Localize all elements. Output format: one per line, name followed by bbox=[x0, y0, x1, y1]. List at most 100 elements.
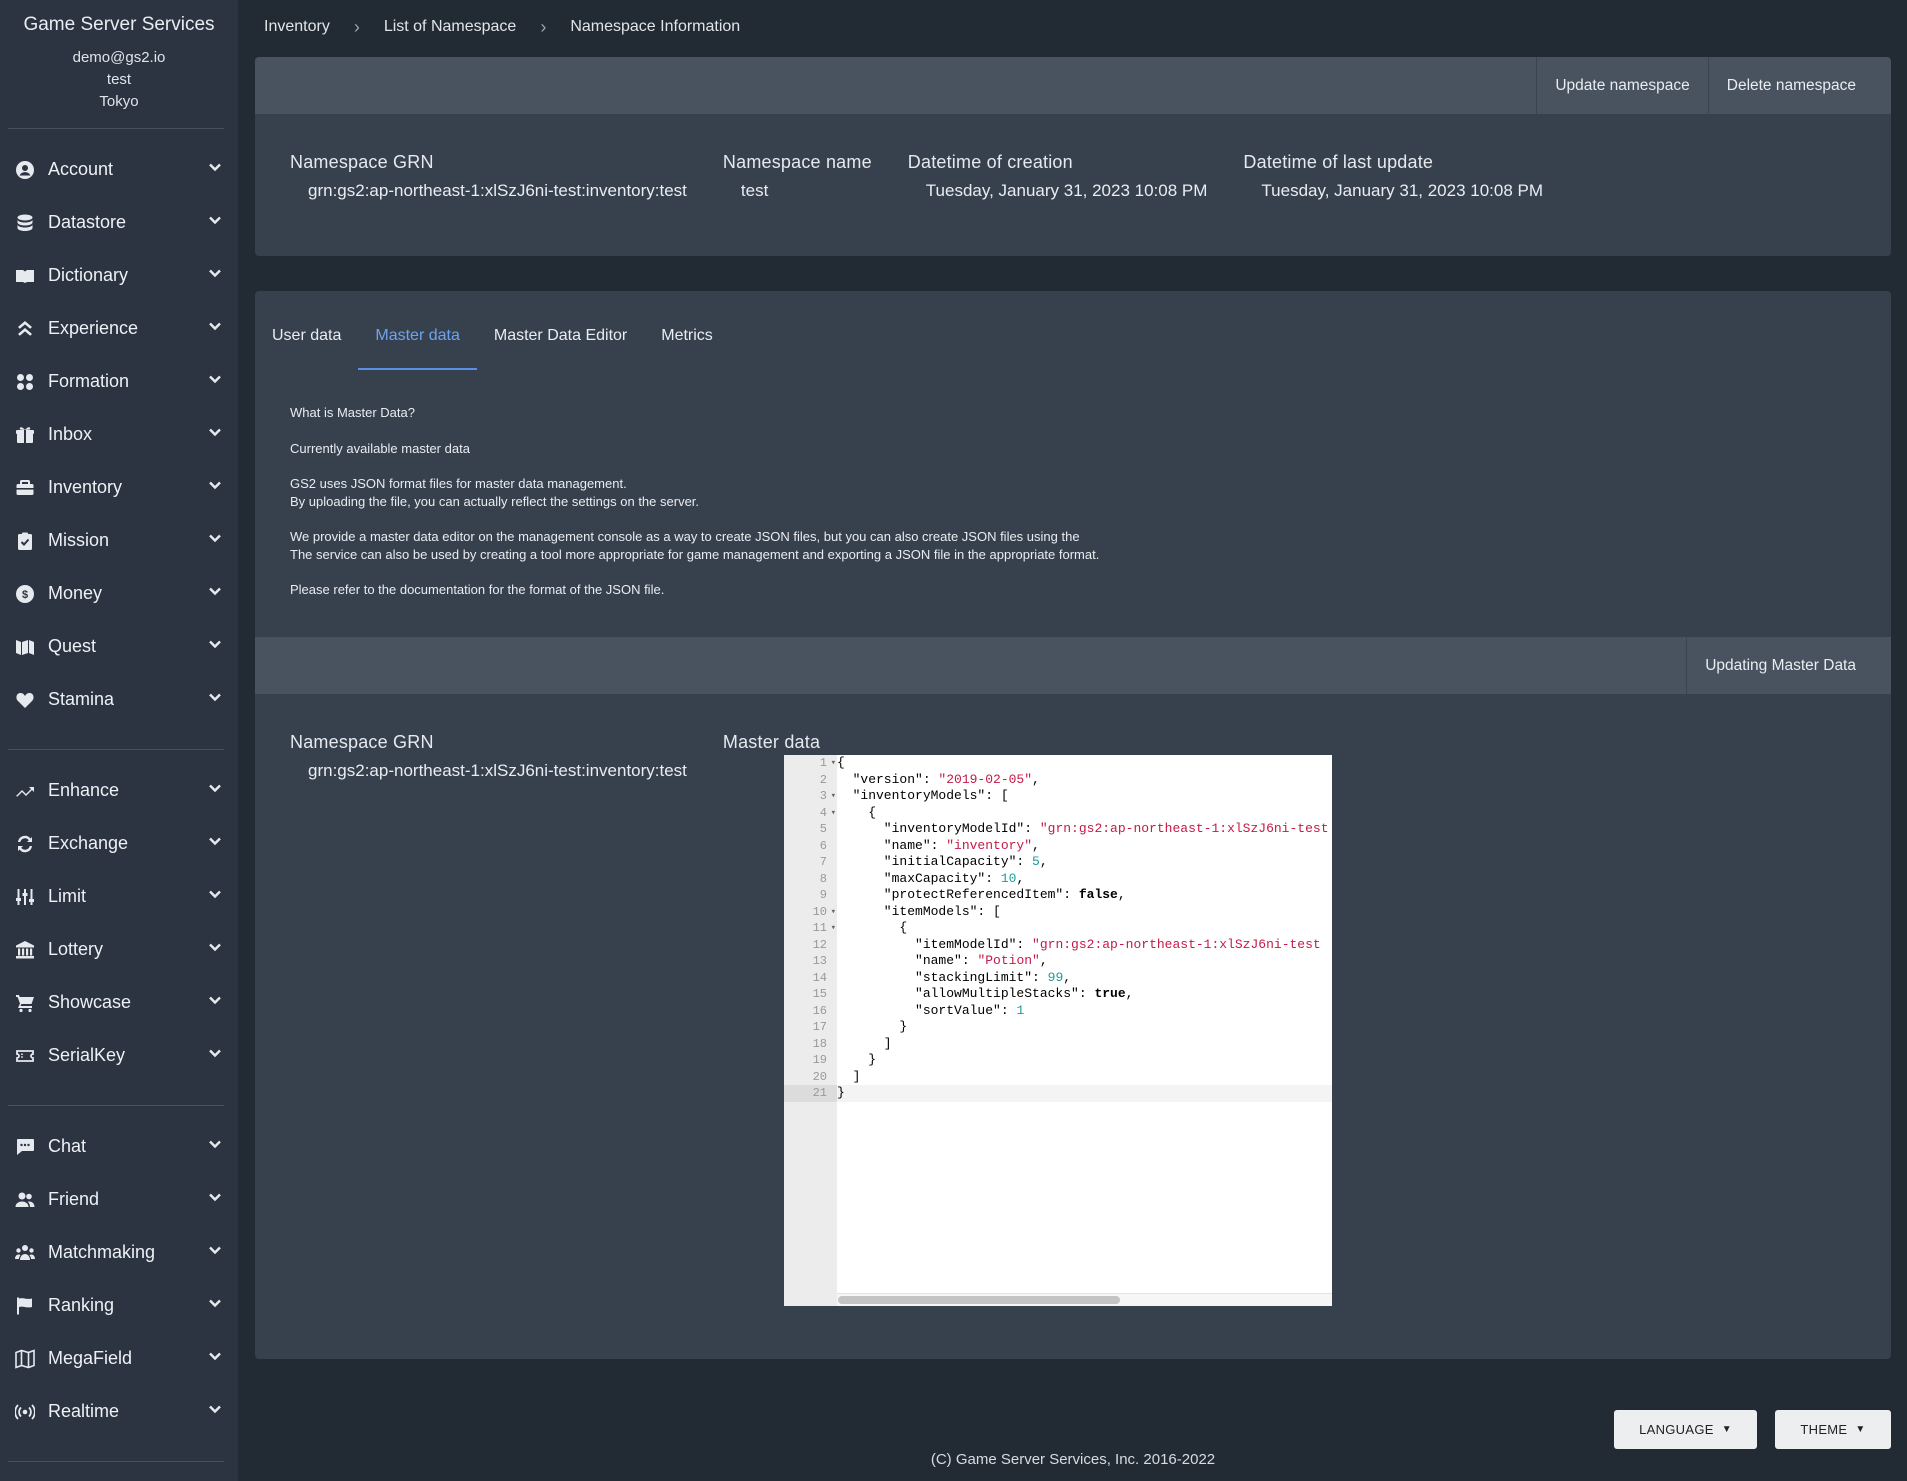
language-label: LANGUAGE bbox=[1639, 1422, 1714, 1437]
code-line[interactable]: "sortValue": 1 bbox=[837, 1003, 1332, 1020]
code-line[interactable]: { bbox=[837, 805, 1332, 822]
sidebar-item-exchange[interactable]: Exchange bbox=[0, 817, 238, 870]
update-namespace-button[interactable]: Update namespace bbox=[1536, 57, 1707, 114]
tab-master-data[interactable]: Master data bbox=[358, 291, 478, 370]
chevron-down-icon[interactable] bbox=[208, 1296, 222, 1315]
chevron-down-icon[interactable] bbox=[208, 834, 222, 853]
enhance-icon bbox=[14, 780, 36, 802]
info-heading: What is Master Data? bbox=[290, 405, 415, 420]
theme-button[interactable]: THEME ▼ bbox=[1775, 1410, 1891, 1449]
field-label: Datetime of last update bbox=[1243, 152, 1434, 172]
code-line[interactable]: { bbox=[837, 755, 1332, 772]
update-master-data-button[interactable]: Updating Master Data bbox=[1686, 637, 1891, 694]
code-line[interactable]: "version": "2019-02-05", bbox=[837, 772, 1332, 789]
chevron-down-icon[interactable] bbox=[208, 781, 222, 800]
tab-master-data-editor[interactable]: Master Data Editor bbox=[477, 291, 644, 370]
chevron-down-icon[interactable] bbox=[208, 690, 222, 709]
breadcrumb-namespace-list[interactable]: List of Namespace bbox=[384, 18, 517, 36]
chevron-down-icon[interactable] bbox=[208, 478, 222, 497]
code-line[interactable]: "maxCapacity": 10, bbox=[837, 871, 1332, 888]
chevron-down-icon[interactable] bbox=[208, 266, 222, 285]
sidebar-item-megafield[interactable]: MegaField bbox=[0, 1332, 238, 1385]
sidebar-item-distributor[interactable]: Distributor bbox=[0, 1476, 238, 1481]
language-button[interactable]: LANGUAGE ▼ bbox=[1614, 1410, 1757, 1449]
field-value: grn:gs2:ap-northeast-1:xlSzJ6ni-test:inv… bbox=[308, 761, 687, 780]
chevron-down-icon[interactable] bbox=[208, 1402, 222, 1421]
sidebar-item-limit[interactable]: Limit bbox=[0, 870, 238, 923]
line-number: 14 bbox=[812, 970, 827, 985]
chevron-down-icon[interactable] bbox=[208, 425, 222, 444]
code-line[interactable]: ] bbox=[837, 1069, 1332, 1086]
sidebar-group: Distributor bbox=[0, 1462, 238, 1481]
master-data-description: What is Master Data? Currently available… bbox=[255, 370, 1891, 599]
code-line[interactable]: "inventoryModelId": "grn:gs2:ap-northeas… bbox=[837, 821, 1332, 838]
sidebar-item-dictionary[interactable]: Dictionary bbox=[0, 249, 238, 302]
sidebar-item-label: Formation bbox=[48, 371, 130, 391]
sidebar-item-experience[interactable]: Experience bbox=[0, 302, 238, 355]
sidebar-item-realtime[interactable]: Realtime bbox=[0, 1385, 238, 1438]
sidebar-item-lottery[interactable]: Lottery bbox=[0, 923, 238, 976]
chevron-down-icon[interactable] bbox=[208, 160, 222, 179]
chevron-down-icon[interactable] bbox=[208, 1190, 222, 1209]
sidebar-item-quest[interactable]: Quest bbox=[0, 620, 238, 673]
tab-user-data[interactable]: User data bbox=[255, 291, 358, 370]
chevron-down-icon[interactable] bbox=[208, 584, 222, 603]
namespace-name-field: Namespace name test bbox=[723, 152, 872, 201]
editor-scrollbar-thumb[interactable] bbox=[838, 1296, 1120, 1304]
sidebar-item-money[interactable]: $ Money bbox=[0, 567, 238, 620]
code-line[interactable]: "stackingLimit": 99, bbox=[837, 970, 1332, 987]
sidebar-item-label: Mission bbox=[48, 530, 110, 550]
code-line[interactable]: "protectReferencedItem": false, bbox=[837, 887, 1332, 904]
chevron-down-icon[interactable] bbox=[208, 887, 222, 906]
code-line[interactable]: "itemModels": [ bbox=[837, 904, 1332, 921]
sidebar-item-datastore[interactable]: Datastore bbox=[0, 196, 238, 249]
sidebar-item-friend[interactable]: Friend bbox=[0, 1173, 238, 1226]
sidebar-item-ranking[interactable]: Ranking bbox=[0, 1279, 238, 1332]
region-name: Tokyo bbox=[99, 93, 139, 110]
chevron-down-icon[interactable] bbox=[208, 940, 222, 959]
code-line[interactable]: "name": "inventory", bbox=[837, 838, 1332, 855]
sidebar-nav: Account Datastore Dictionary Experience Form… bbox=[0, 128, 238, 1481]
sidebar-item-formation[interactable]: Formation bbox=[0, 355, 238, 408]
code-line[interactable]: "initialCapacity": 5, bbox=[837, 854, 1332, 871]
line-number: 3 bbox=[784, 788, 837, 805]
code-line[interactable]: "itemModelId": "grn:gs2:ap-northeast-1:x… bbox=[837, 937, 1332, 954]
sidebar-item-account[interactable]: Account bbox=[0, 143, 238, 196]
master-data-code-editor[interactable]: 123456789101112131415161718192021 { "ver… bbox=[784, 755, 1332, 1306]
editor-code-area[interactable]: { "version": "2019-02-05", "inventoryMod… bbox=[837, 755, 1332, 1306]
chevron-down-icon[interactable] bbox=[208, 372, 222, 391]
code-line[interactable]: "name": "Potion", bbox=[837, 953, 1332, 970]
project-name: test bbox=[106, 71, 132, 88]
chevron-down-icon[interactable] bbox=[208, 319, 222, 338]
code-line[interactable]: } bbox=[837, 1085, 1332, 1102]
tab-metrics[interactable]: Metrics bbox=[644, 291, 730, 370]
chevron-down-icon[interactable] bbox=[208, 637, 222, 656]
chevron-down-icon[interactable] bbox=[208, 1243, 222, 1262]
sidebar-item-showcase[interactable]: Showcase bbox=[0, 976, 238, 1029]
sidebar-item-matchmaking[interactable]: Matchmaking bbox=[0, 1226, 238, 1279]
chevron-down-icon[interactable] bbox=[208, 213, 222, 232]
sidebar-item-mission[interactable]: Mission bbox=[0, 514, 238, 567]
chevron-down-icon[interactable] bbox=[208, 1137, 222, 1156]
chevron-down-icon[interactable] bbox=[208, 1349, 222, 1368]
field-label: Namespace name bbox=[722, 152, 872, 172]
code-line[interactable]: } bbox=[837, 1019, 1332, 1036]
sidebar-item-enhance[interactable]: Enhance bbox=[0, 764, 238, 817]
sidebar-item-chat[interactable]: Chat bbox=[0, 1120, 238, 1173]
sidebar-item-serialkey[interactable]: SerialKey bbox=[0, 1029, 238, 1082]
chevron-down-icon[interactable] bbox=[208, 1046, 222, 1065]
chevron-down-icon[interactable] bbox=[208, 993, 222, 1012]
code-line[interactable]: { bbox=[837, 920, 1332, 937]
line-number: 15 bbox=[812, 987, 827, 1001]
delete-namespace-button[interactable]: Delete namespace bbox=[1707, 57, 1891, 114]
sidebar-item-inbox[interactable]: Inbox bbox=[0, 408, 238, 461]
code-line[interactable]: "inventoryModels": [ bbox=[837, 788, 1332, 805]
code-line[interactable]: } bbox=[837, 1052, 1332, 1069]
chevron-down-icon[interactable] bbox=[208, 531, 222, 550]
sidebar-item-stamina[interactable]: Stamina bbox=[0, 673, 238, 726]
mission-icon bbox=[14, 530, 36, 552]
code-line[interactable]: ] bbox=[837, 1036, 1332, 1053]
code-line[interactable]: "allowMultipleStacks": true, bbox=[837, 986, 1332, 1003]
breadcrumb-inventory[interactable]: Inventory bbox=[264, 18, 330, 36]
sidebar-item-inventory[interactable]: Inventory bbox=[0, 461, 238, 514]
